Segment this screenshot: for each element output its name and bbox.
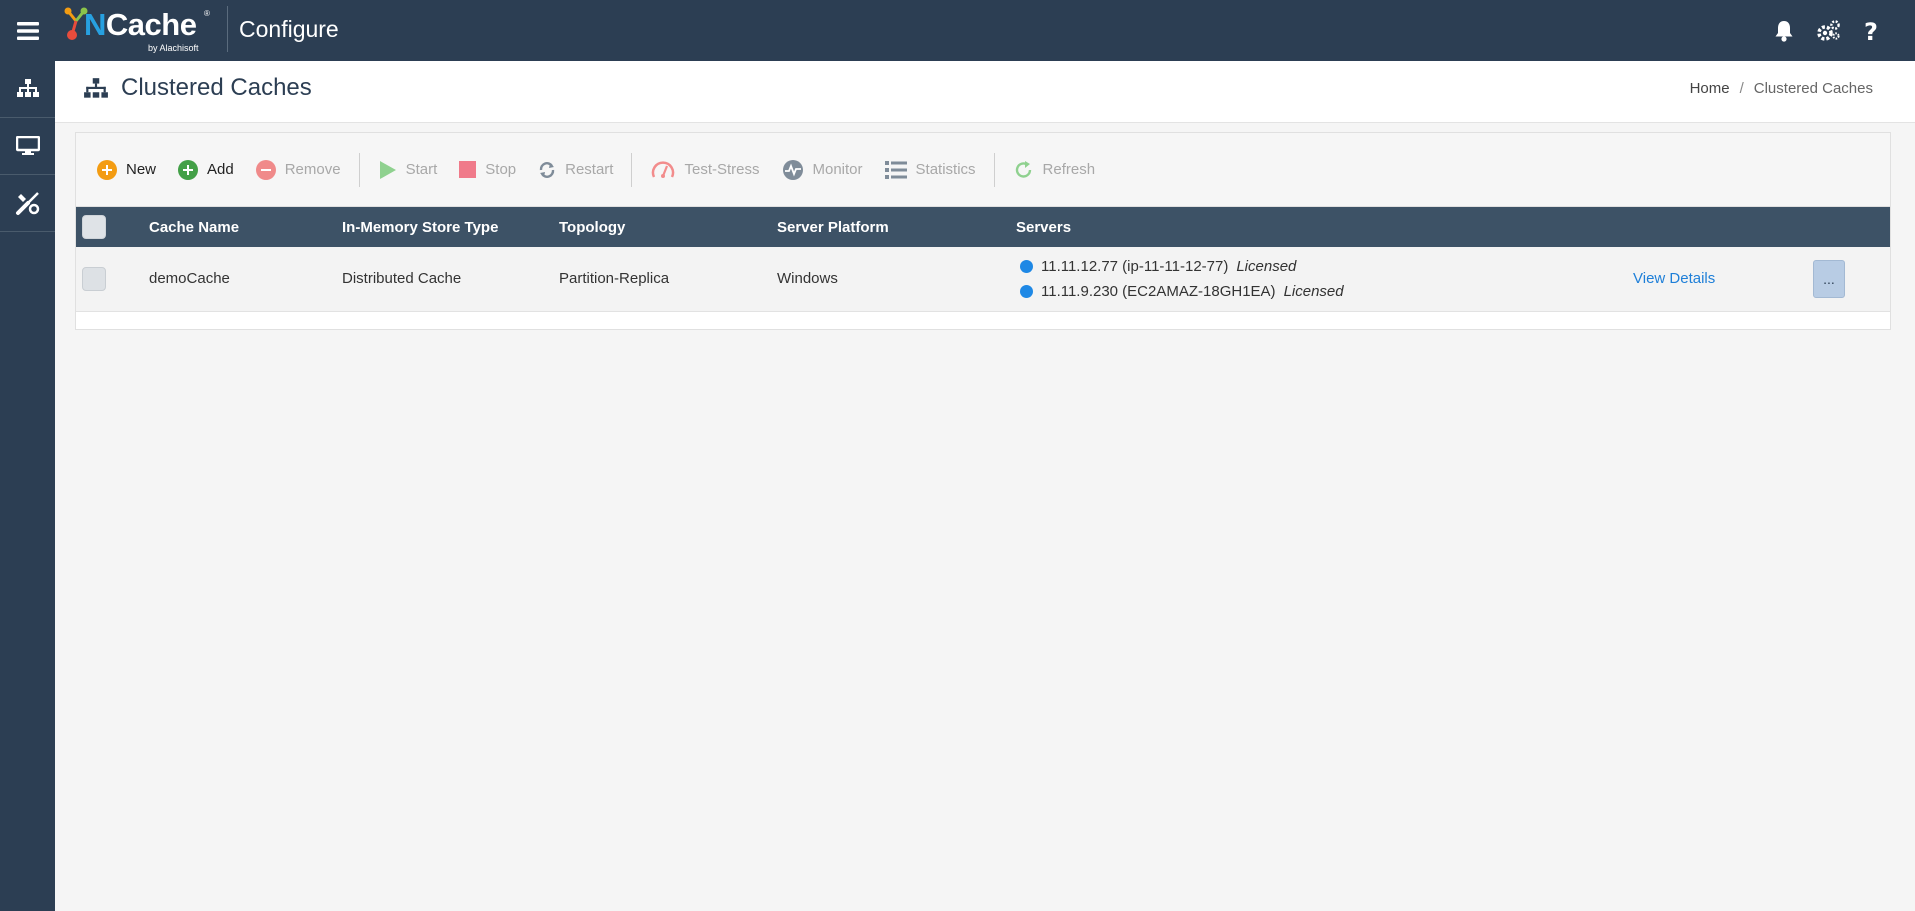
server-entry: 11.11.12.77 (ip-11-11-12-77) Licensed [1016,254,1633,279]
caches-table: Cache Name In-Memory Store Type Topology… [76,207,1890,312]
column-header-store-type[interactable]: In-Memory Store Type [342,207,559,247]
sidebar [0,61,55,911]
restart-button[interactable]: Restart [538,161,613,179]
topology-cell: Partition-Replica [559,247,777,312]
select-all-cell [76,207,149,247]
gears-icon [1817,19,1840,41]
monitor-icon [15,136,40,155]
page-title: Clustered Caches [121,74,312,101]
cache-name-cell: demoCache [149,247,342,312]
refresh-icon [1015,160,1031,178]
details-cell: View Details [1633,247,1813,312]
svg-text:?: ? [1864,19,1878,43]
breadcrumb-home-link[interactable]: Home [1690,80,1730,97]
row-select-cell [76,247,149,312]
test-stress-button[interactable]: Test-Stress [651,159,760,181]
column-header-servers[interactable]: Servers [1016,207,1633,247]
registered-mark-icon: ® [204,9,210,18]
header-actions: ? [1771,0,1885,61]
sitemap-icon [16,79,39,97]
minus-circle-icon [255,159,276,180]
column-header-cache-name[interactable]: Cache Name [149,207,342,247]
column-header-topology[interactable]: Topology [559,207,777,247]
row-checkbox[interactable] [82,266,106,291]
page-header: Clustered Caches Home / Clustered Caches [55,61,1915,123]
hamburger-icon [16,21,39,40]
remove-button[interactable]: Remove [255,159,341,180]
server-address: 11.11.12.77 (ip-11-11-12-77) [1041,257,1229,275]
start-button-label: Start [405,161,438,178]
logo-text: NCache [84,7,197,42]
menu-toggle-button[interactable] [0,0,55,61]
sitemap-icon [84,78,108,98]
refresh-button-label: Refresh [1042,161,1096,178]
bell-icon [1775,20,1793,42]
server-status-dot-icon [1020,259,1033,273]
tools-icon [15,192,39,215]
toolbar: New Add Remove Start Stop Restart Test-S… [76,133,1890,207]
breadcrumb-current: Clustered Caches [1753,80,1873,97]
table-row[interactable]: demoCache Distributed Cache Partition-Re… [76,247,1890,312]
help-button[interactable]: ? [1859,18,1885,44]
breadcrumb: Home / Clustered Caches [1690,80,1873,97]
servers-cell: 11.11.12.77 (ip-11-11-12-77) Licensed 11… [1016,247,1633,312]
new-button[interactable]: New [97,159,157,180]
breadcrumb-separator: / [1739,80,1744,97]
refresh-button[interactable]: Refresh [1014,160,1096,180]
toolbar-divider [993,152,995,187]
sidebar-item-tools[interactable] [0,175,55,232]
remove-button-label: Remove [284,161,341,178]
column-header-details [1633,207,1813,247]
toolbar-divider [358,152,360,187]
notifications-button[interactable] [1771,18,1797,44]
header-divider [227,6,228,52]
more-actions-button[interactable]: ... [1813,259,1845,298]
statistics-button[interactable]: Statistics [884,160,976,180]
sidebar-item-clusters[interactable] [0,61,55,118]
select-all-checkbox[interactable] [82,215,106,239]
stop-icon [459,161,477,178]
platform-cell: Windows [777,247,1016,312]
play-icon [379,160,396,179]
list-icon [884,160,907,179]
plus-circle-icon [97,159,117,180]
new-button-label: New [126,161,157,178]
plus-circle-icon [178,159,199,180]
view-details-link[interactable]: View Details [1633,270,1715,287]
stop-button-label: Stop [485,161,517,178]
server-address: 11.11.9.230 (EC2AMAZ-18GH1EA) [1041,282,1276,300]
add-button-label: Add [207,161,234,178]
help-icon: ? [1864,19,1878,43]
column-header-platform[interactable]: Server Platform [777,207,1016,247]
server-license-status: Licensed [1236,257,1297,275]
logo-subtitle: by Alachisoft [148,43,199,53]
test-stress-button-label: Test-Stress [684,161,760,178]
server-status-dot-icon [1020,284,1033,298]
stop-button[interactable]: Stop [459,161,516,178]
top-bar: NCache ® by Alachisoft Configure ? [0,0,1915,61]
heartbeat-icon [782,159,803,180]
ncache-logo[interactable]: NCache ® by Alachisoft [64,3,224,55]
start-button[interactable]: Start [379,160,438,180]
server-entry: 11.11.9.230 (EC2AMAZ-18GH1EA) Licensed [1016,279,1633,304]
actions-cell: ... [1813,247,1890,312]
settings-button[interactable] [1815,18,1841,44]
monitor-button-label: Monitor [812,161,863,178]
statistics-button-label: Statistics [915,161,976,178]
restart-button-label: Restart [565,161,614,178]
restart-icon [539,161,555,178]
monitor-button[interactable]: Monitor [782,159,863,181]
gauge-icon [652,160,675,178]
column-header-actions [1813,207,1890,247]
caches-panel: New Add Remove Start Stop Restart Test-S… [75,132,1891,330]
app-title: Configure [239,16,339,42]
store-type-cell: Distributed Cache [342,247,559,312]
toolbar-divider [631,152,633,187]
table-header-row: Cache Name In-Memory Store Type Topology… [76,207,1890,247]
server-license-status: Licensed [1283,282,1344,300]
sidebar-item-servers[interactable] [0,118,55,175]
add-button[interactable]: Add [178,159,234,180]
